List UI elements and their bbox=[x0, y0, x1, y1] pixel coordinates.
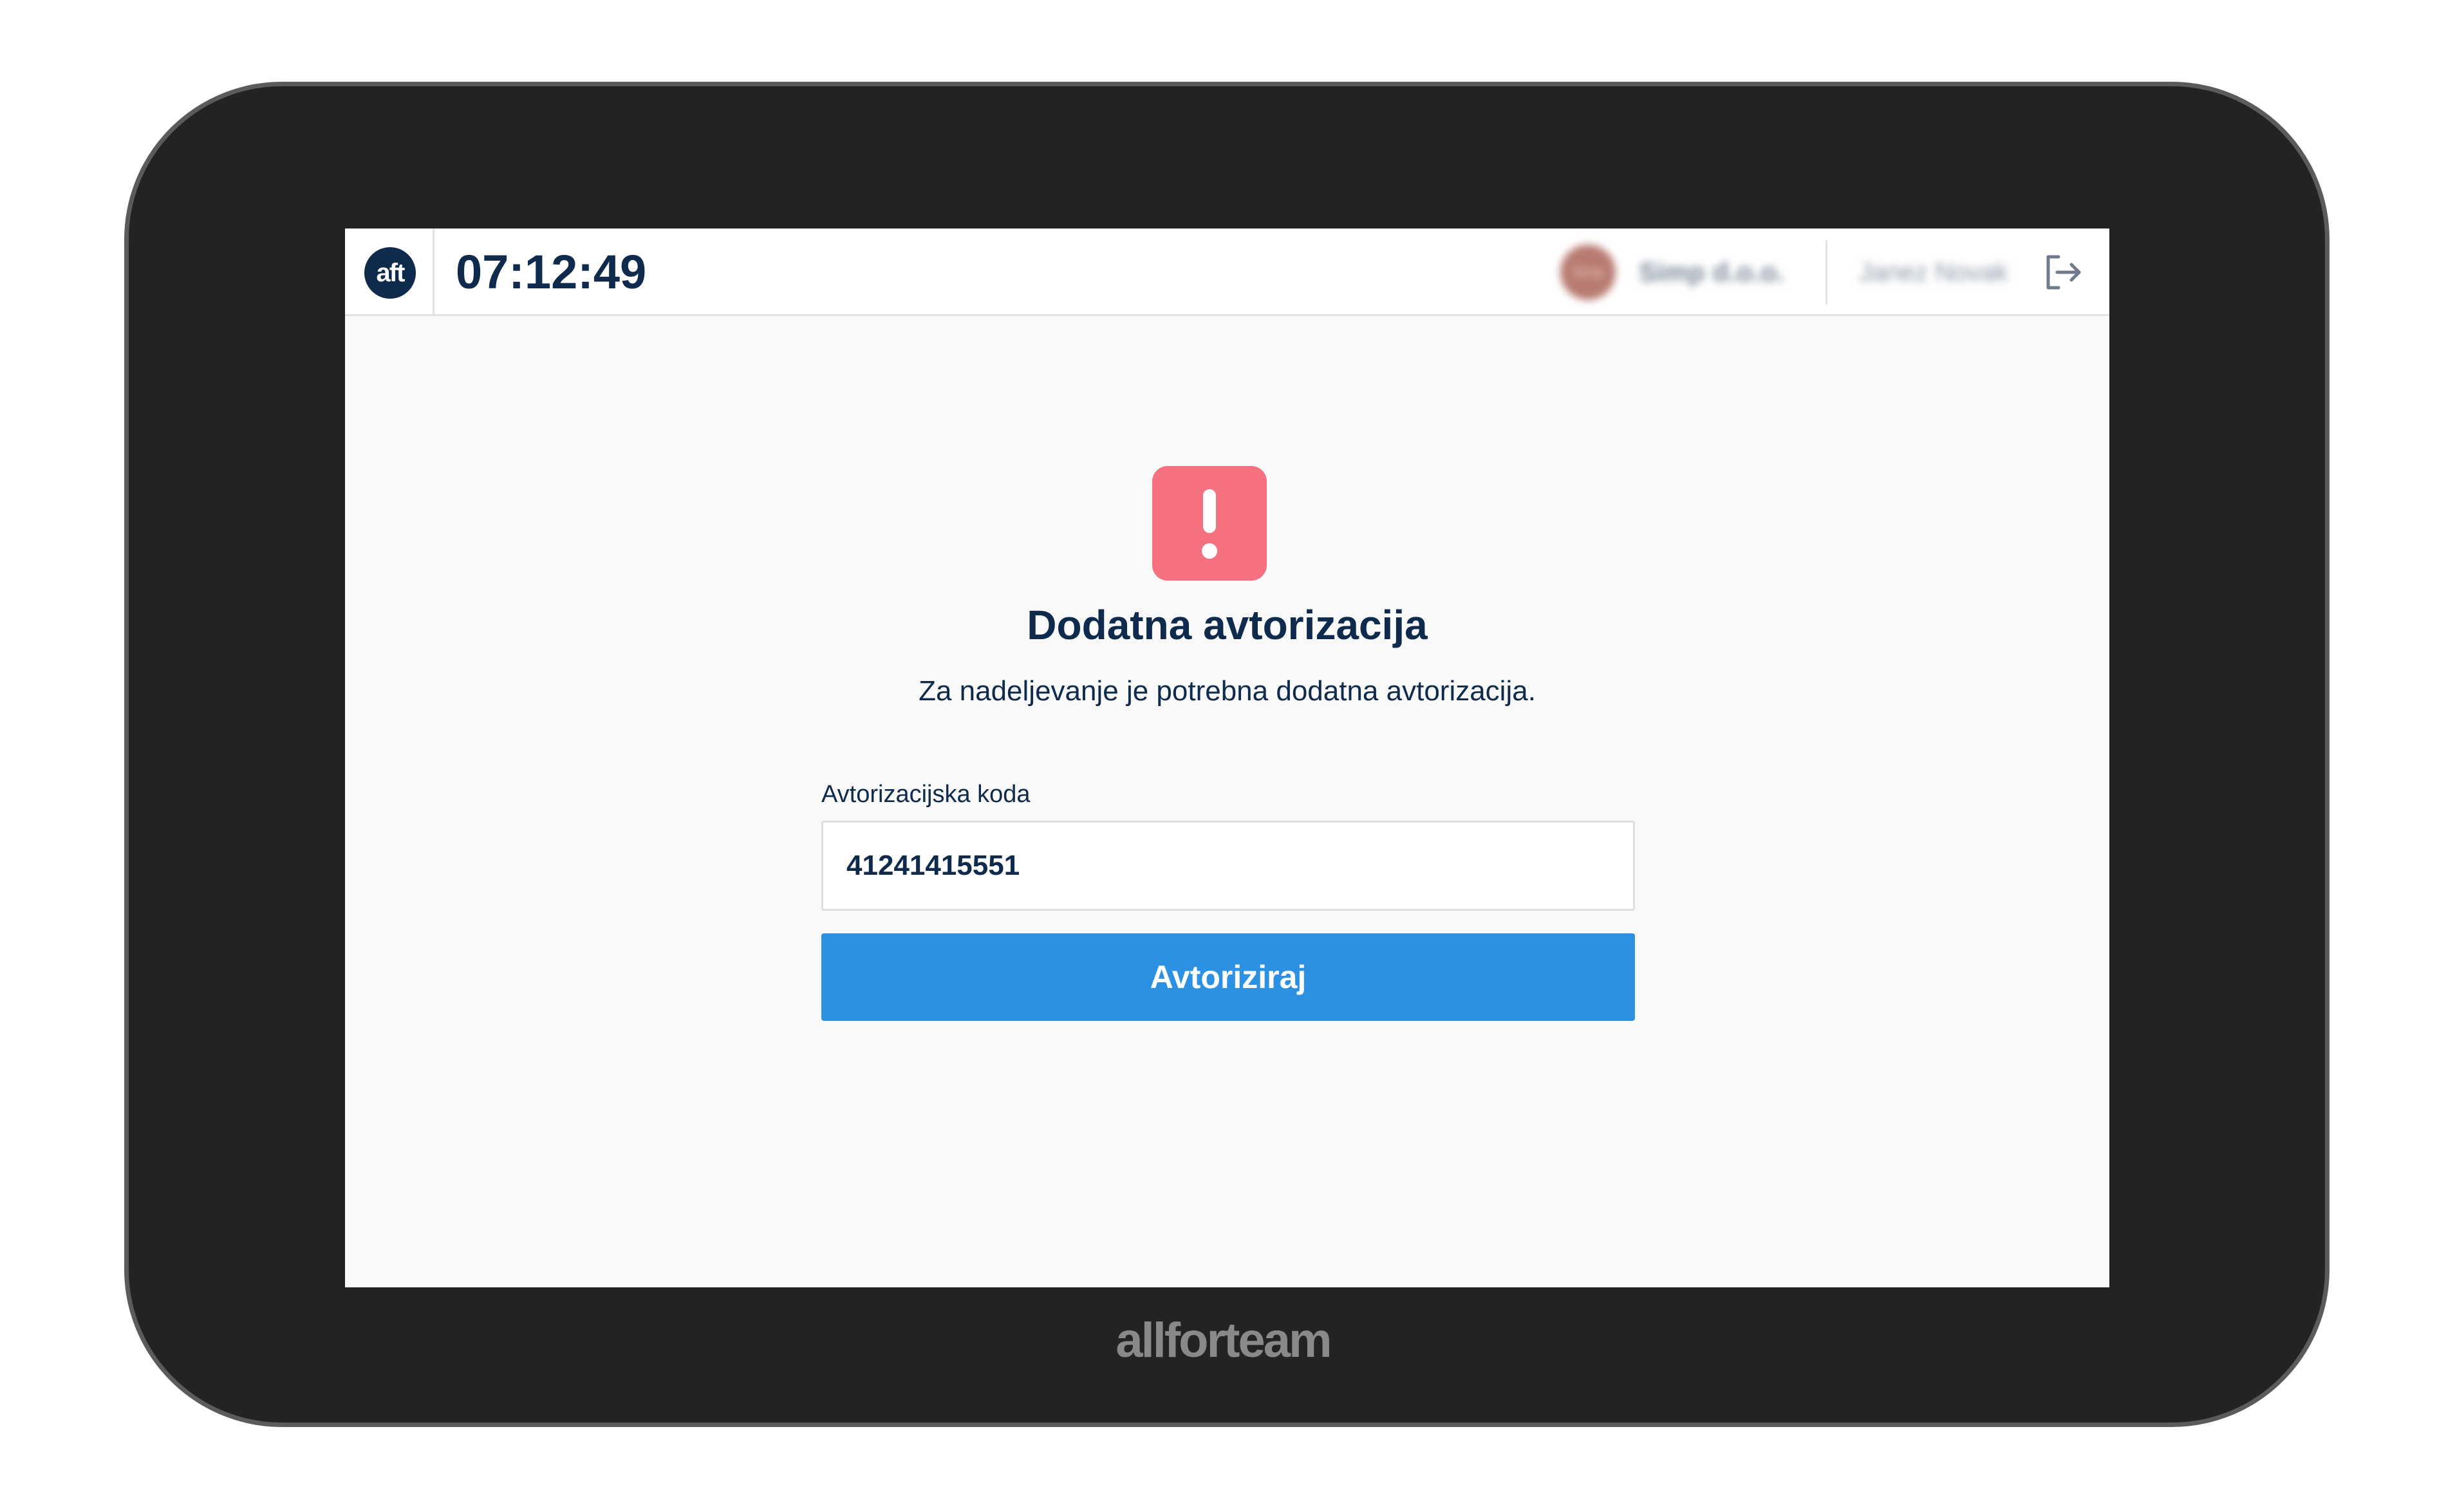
logout-icon[interactable] bbox=[2044, 254, 2083, 290]
header-divider bbox=[433, 229, 434, 316]
top-bar: aft 07:12:49 Simp Simp d.o.o. Janez Nova… bbox=[345, 229, 2109, 316]
header-divider bbox=[1825, 240, 1827, 304]
page-title: Dodatna avtorizacija bbox=[1027, 602, 1428, 648]
page-subtitle: Za nadeljevanje je potrebna dodatna avto… bbox=[919, 675, 1536, 707]
user-name: Janez Novak bbox=[1859, 258, 2008, 286]
auth-code-label: Avtorizacijska koda bbox=[821, 781, 1031, 808]
company-name[interactable]: Simp d.o.o. bbox=[1639, 256, 1784, 289]
authorize-button[interactable]: Avtoriziraj bbox=[821, 933, 1635, 1021]
auth-code-input[interactable] bbox=[821, 821, 1635, 911]
company-avatar[interactable]: Simp bbox=[1560, 245, 1616, 300]
app-logo: aft bbox=[364, 247, 416, 299]
tablet-screen: aft 07:12:49 Simp Simp d.o.o. Janez Nova… bbox=[345, 229, 2109, 1287]
main-content: Dodatna avtorizacija Za nadeljevanje je … bbox=[345, 316, 2109, 1287]
clock-display: 07:12:49 bbox=[456, 245, 647, 299]
exclamation-icon bbox=[1152, 466, 1267, 581]
company-avatar-text: Simp bbox=[1571, 264, 1605, 280]
device-brand-logo: allforteam bbox=[1116, 1313, 1332, 1368]
